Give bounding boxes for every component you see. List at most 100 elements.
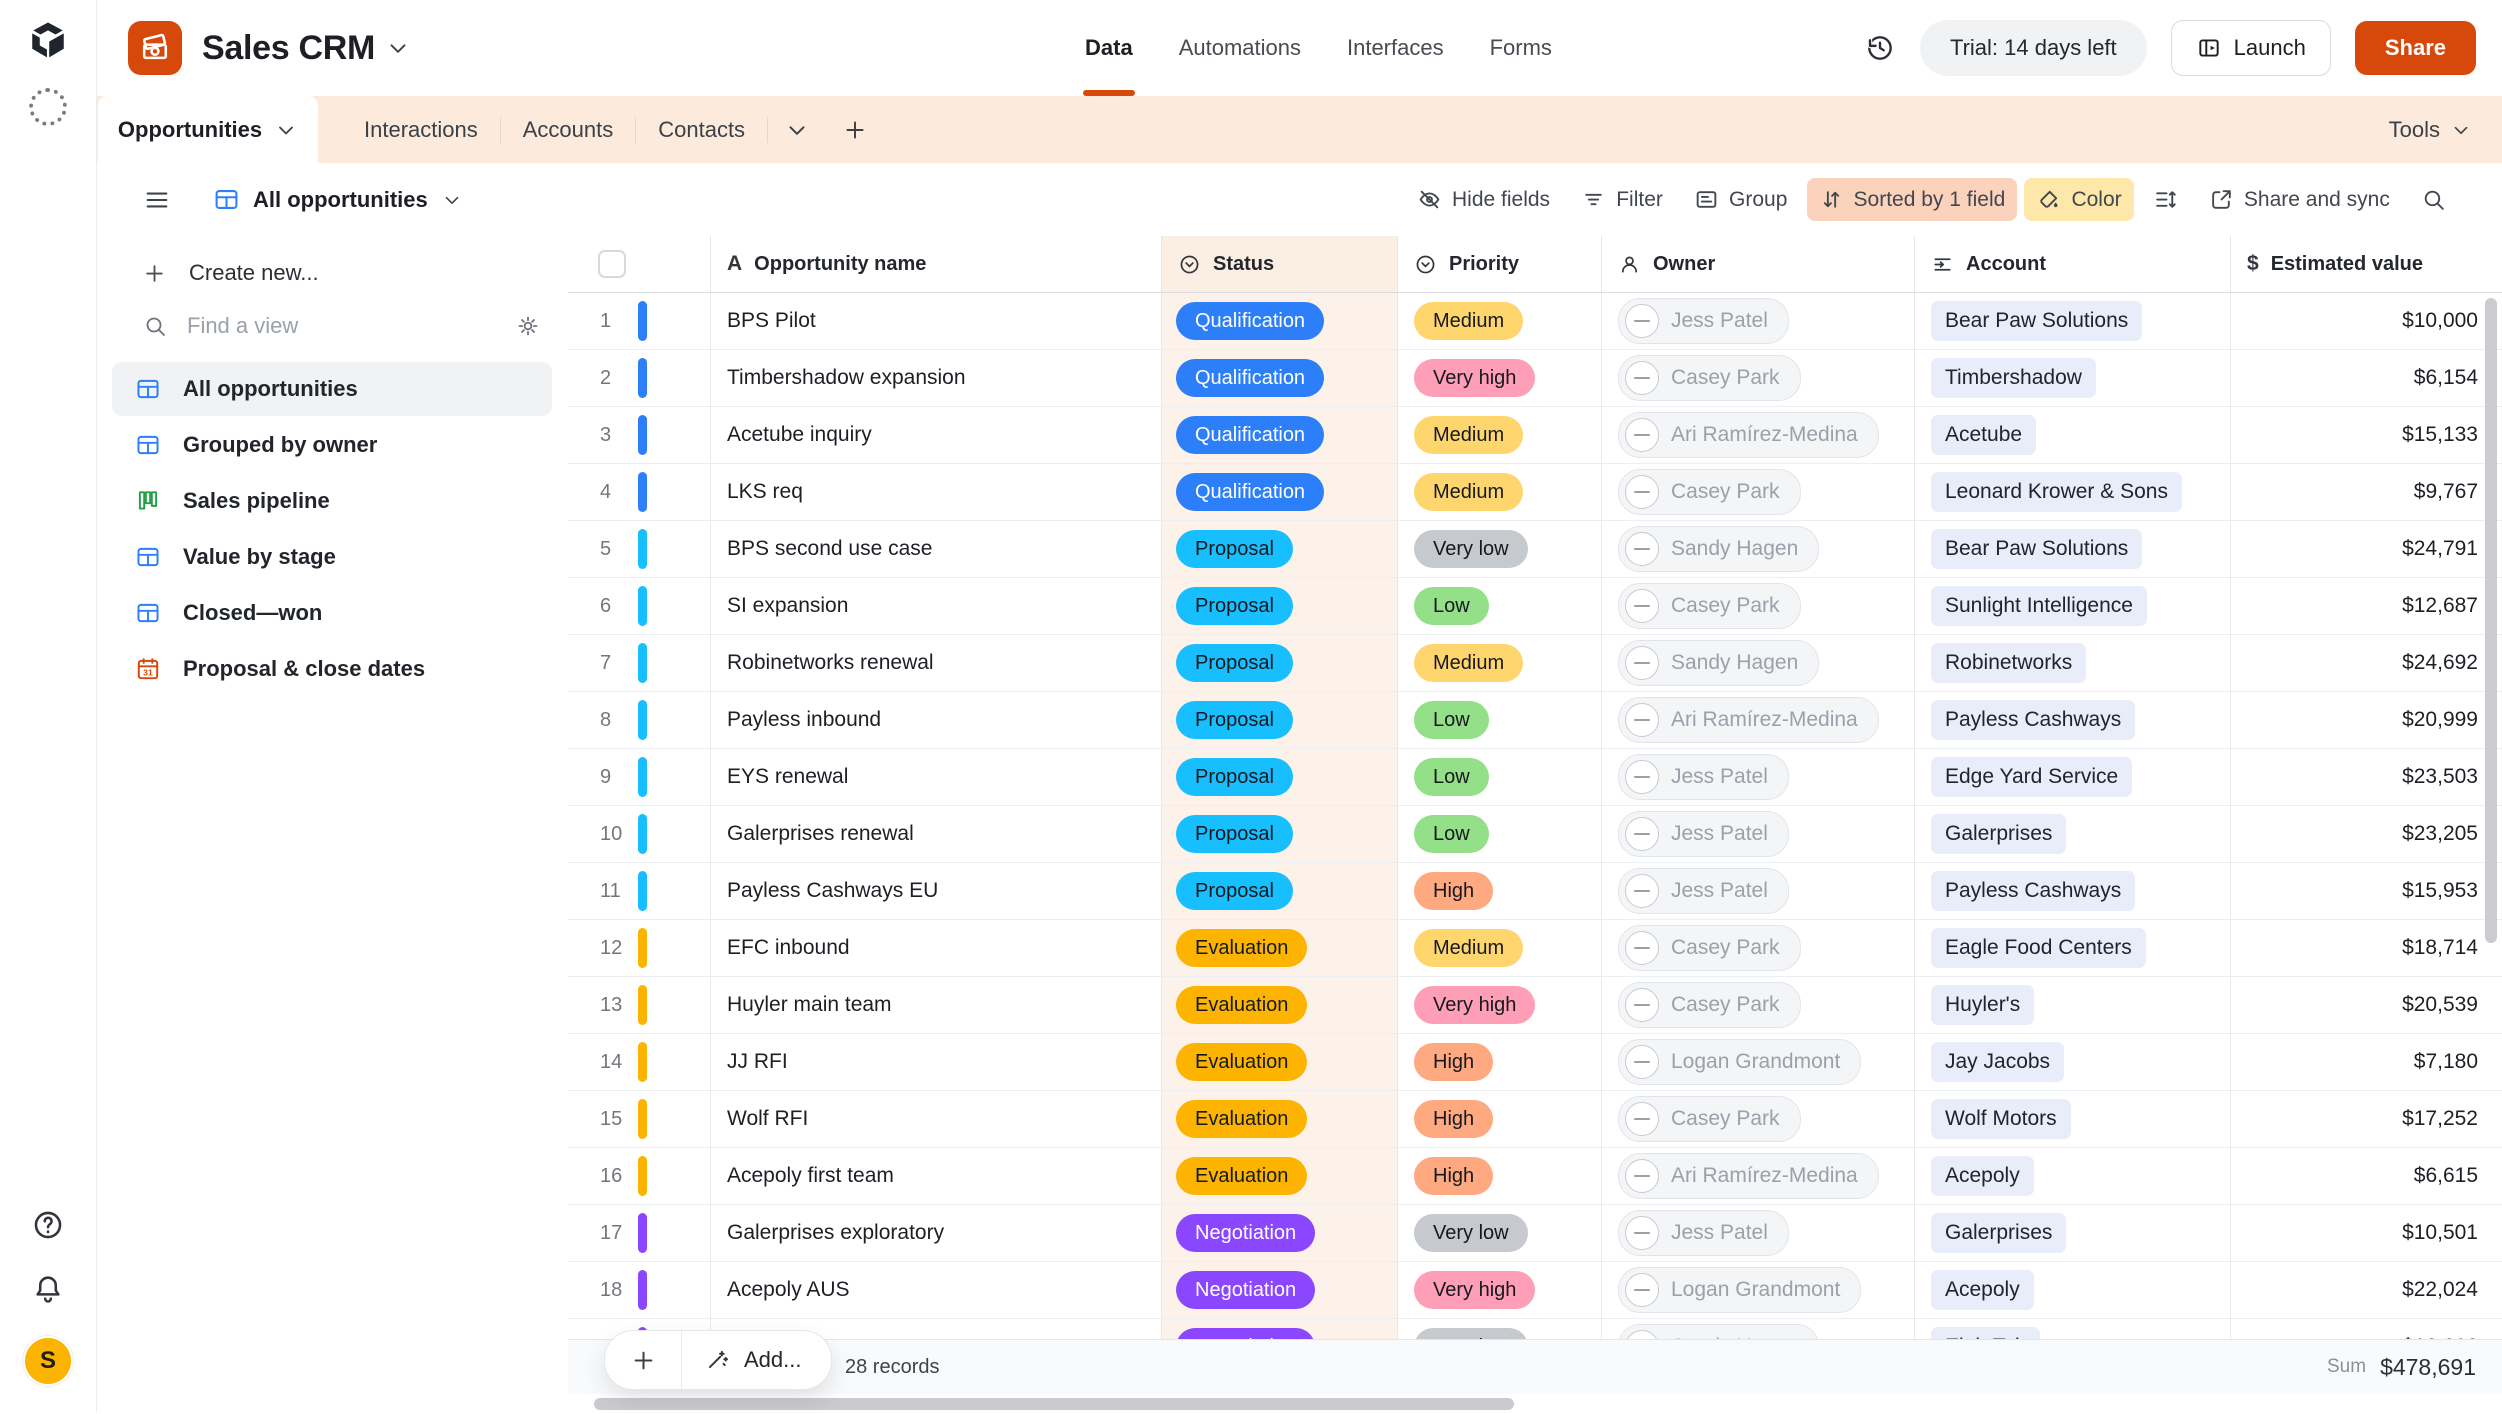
cell-account[interactable]: Leonard Krower & Sons xyxy=(1915,464,2231,520)
sort-button[interactable]: Sorted by 1 field xyxy=(1807,178,2018,221)
find-view-input[interactable] xyxy=(185,312,516,340)
row-number-cell[interactable]: 1 xyxy=(568,293,711,349)
cell-priority[interactable]: Very low xyxy=(1398,1205,1602,1261)
page-title[interactable]: Sales CRM xyxy=(202,29,375,68)
color-button[interactable]: Color xyxy=(2024,178,2133,221)
row-number-cell[interactable]: 16 xyxy=(568,1148,711,1204)
column-header-value[interactable]: $Estimated value xyxy=(2231,236,2502,292)
row-number-cell[interactable]: 8 xyxy=(568,692,711,748)
cell-priority[interactable]: Very high xyxy=(1398,350,1602,406)
cell-account[interactable]: Galerprises xyxy=(1915,806,2231,862)
row-number-cell[interactable]: 7 xyxy=(568,635,711,691)
cell-estimated-value[interactable]: $18,714 xyxy=(2231,920,2502,976)
tab-opportunities[interactable]: Opportunities xyxy=(98,96,318,163)
cell-priority[interactable]: High xyxy=(1398,863,1602,919)
cell-estimated-value[interactable]: $20,539 xyxy=(2231,977,2502,1033)
cell-opportunity-name[interactable]: Wolf RFI xyxy=(711,1091,1162,1147)
row-number-cell[interactable]: 18 xyxy=(568,1262,711,1318)
cell-owner[interactable]: Ari Ramírez-Medina xyxy=(1602,1148,1915,1204)
cell-account[interactable]: Robinetworks xyxy=(1915,635,2231,691)
cell-owner[interactable]: Logan Grandmont xyxy=(1602,1262,1915,1318)
table-row[interactable]: 9 EYS renewal Proposal Low Jess Patel Ed… xyxy=(568,749,2502,806)
row-number-cell[interactable]: 6 xyxy=(568,578,711,634)
cell-opportunity-name[interactable]: LKS req xyxy=(711,464,1162,520)
vertical-scrollbar-thumb[interactable] xyxy=(2485,298,2497,943)
cell-account[interactable]: Galerprises xyxy=(1915,1205,2231,1261)
cell-estimated-value[interactable]: $17,252 xyxy=(2231,1091,2502,1147)
table-row[interactable]: 8 Payless inbound Proposal Low Ari Ramír… xyxy=(568,692,2502,749)
cell-account[interactable]: Acepoly xyxy=(1915,1262,2231,1318)
cell-estimated-value[interactable]: $24,692 xyxy=(2231,635,2502,691)
row-number-cell[interactable]: 9 xyxy=(568,749,711,805)
search-button[interactable] xyxy=(2409,178,2458,221)
sidebar-view-grouped-by-owner[interactable]: Grouped by owner xyxy=(112,418,552,472)
table-row[interactable]: 15 Wolf RFI Evaluation High Casey Park W… xyxy=(568,1091,2502,1148)
sidebar-view-all-opportunities[interactable]: All opportunities xyxy=(112,362,552,416)
tab-interactions[interactable]: Interactions xyxy=(342,117,500,143)
table-row[interactable]: 3 Acetube inquiry Qualification Medium A… xyxy=(568,407,2502,464)
cell-opportunity-name[interactable]: Galerprises exploratory xyxy=(711,1205,1162,1261)
column-header-status[interactable]: Status xyxy=(1162,236,1398,292)
cell-estimated-value[interactable]: $12,687 xyxy=(2231,578,2502,634)
cell-opportunity-name[interactable]: Payless Cashways EU xyxy=(711,863,1162,919)
cell-priority[interactable]: Very low xyxy=(1398,521,1602,577)
row-number-cell[interactable]: 2 xyxy=(568,350,711,406)
cell-owner[interactable]: Jess Patel xyxy=(1602,806,1915,862)
table-row[interactable]: 17 Galerprises exploratory Negotiation V… xyxy=(568,1205,2502,1262)
cell-estimated-value[interactable]: $15,953 xyxy=(2231,863,2502,919)
cell-priority[interactable]: Low xyxy=(1398,578,1602,634)
omni-dotted-circle-icon[interactable] xyxy=(29,88,67,126)
cell-account[interactable]: Jay Jacobs xyxy=(1915,1034,2231,1090)
cell-priority[interactable]: Medium xyxy=(1398,920,1602,976)
column-header-name[interactable]: AOpportunity name xyxy=(711,236,1162,292)
cell-opportunity-name[interactable]: EFC inbound xyxy=(711,920,1162,976)
cell-owner[interactable]: Jess Patel xyxy=(1602,293,1915,349)
row-number-cell[interactable]: 14 xyxy=(568,1034,711,1090)
cell-status[interactable]: Evaluation xyxy=(1162,1148,1398,1204)
cell-account[interactable]: Sunlight Intelligence xyxy=(1915,578,2231,634)
sidebar-view-closed-won[interactable]: Closed—won xyxy=(112,586,552,640)
cell-account[interactable]: Huyler's xyxy=(1915,977,2231,1033)
nav-forms[interactable]: Forms xyxy=(1490,0,1552,96)
cell-account[interactable]: Wolf Motors xyxy=(1915,1091,2231,1147)
app-icon[interactable] xyxy=(128,21,182,75)
table-row[interactable]: 11 Payless Cashways EU Proposal High Jes… xyxy=(568,863,2502,920)
trial-badge[interactable]: Trial: 14 days left xyxy=(1920,20,2147,76)
cell-owner[interactable]: Casey Park xyxy=(1602,1091,1915,1147)
help-icon[interactable] xyxy=(31,1208,65,1242)
view-switcher[interactable]: All opportunities xyxy=(213,186,463,213)
cell-priority[interactable]: Low xyxy=(1398,806,1602,862)
cell-account[interactable]: Bear Paw Solutions xyxy=(1915,521,2231,577)
add-with-ai-button[interactable]: Add... xyxy=(682,1331,831,1389)
row-number-cell[interactable]: 10 xyxy=(568,806,711,862)
cell-status[interactable]: Proposal xyxy=(1162,635,1398,691)
cell-priority[interactable]: Low xyxy=(1398,749,1602,805)
row-number-cell[interactable]: 13 xyxy=(568,977,711,1033)
create-new-view-button[interactable]: Create new... xyxy=(142,260,568,286)
table-row[interactable]: 16 Acepoly first team Evaluation High Ar… xyxy=(568,1148,2502,1205)
cell-owner[interactable]: Casey Park xyxy=(1602,464,1915,520)
airtable-logo-icon[interactable] xyxy=(27,18,69,60)
cell-owner[interactable]: Jess Patel xyxy=(1602,1205,1915,1261)
cell-estimated-value[interactable]: $10,000 xyxy=(2231,293,2502,349)
cell-opportunity-name[interactable]: Timbershadow expansion xyxy=(711,350,1162,406)
cell-estimated-value[interactable]: $9,767 xyxy=(2231,464,2502,520)
cell-owner[interactable]: Casey Park xyxy=(1602,920,1915,976)
tools-button[interactable]: Tools xyxy=(2389,96,2472,163)
share-sync-button[interactable]: Share and sync xyxy=(2197,178,2402,221)
row-number-cell[interactable]: 5 xyxy=(568,521,711,577)
cell-opportunity-name[interactable]: Acepoly AUS xyxy=(711,1262,1162,1318)
cell-status[interactable]: Proposal xyxy=(1162,749,1398,805)
table-row[interactable]: 18 Acepoly AUS Negotiation Very high Log… xyxy=(568,1262,2502,1319)
cell-priority[interactable]: Very high xyxy=(1398,977,1602,1033)
cell-status[interactable]: Negotiation xyxy=(1162,1205,1398,1261)
cell-account[interactable]: Edge Yard Service xyxy=(1915,749,2231,805)
cell-account[interactable]: Acepoly xyxy=(1915,1148,2231,1204)
add-record-button[interactable] xyxy=(605,1331,681,1389)
cell-priority[interactable]: High xyxy=(1398,1034,1602,1090)
cell-account[interactable]: Elek-Tek xyxy=(1915,1319,2231,1339)
row-number-cell[interactable]: 4 xyxy=(568,464,711,520)
table-row[interactable]: 12 EFC inbound Evaluation Medium Casey P… xyxy=(568,920,2502,977)
cell-account[interactable]: Payless Cashways xyxy=(1915,863,2231,919)
cell-priority[interactable]: Low xyxy=(1398,692,1602,748)
